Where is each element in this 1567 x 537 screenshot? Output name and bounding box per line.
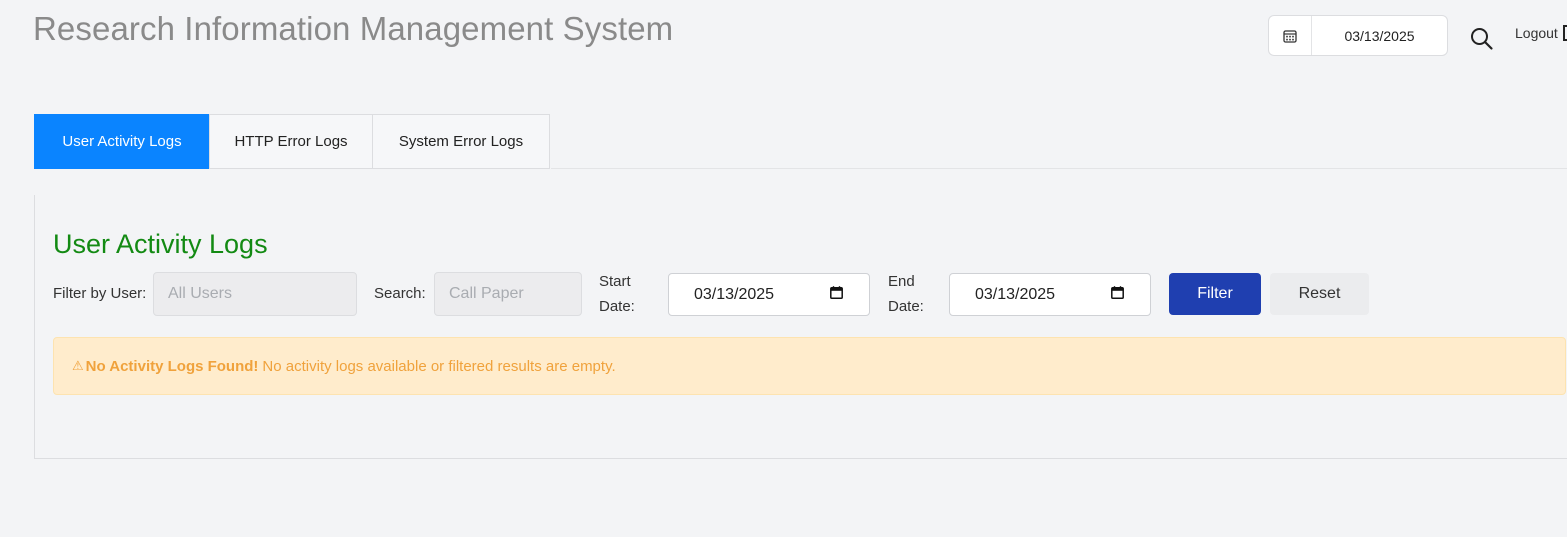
filter-button[interactable]: Filter bbox=[1169, 273, 1261, 315]
user-filter-select[interactable]: All Users bbox=[153, 272, 357, 316]
filter-user-label: Filter by User: bbox=[53, 285, 147, 302]
user-filter-placeholder: All Users bbox=[168, 285, 233, 302]
end-date-value: 03/13/2025 bbox=[975, 285, 1056, 303]
logout-button[interactable]: Logout bbox=[1515, 25, 1567, 41]
alert-message: No activity logs available or filtered r… bbox=[262, 357, 616, 375]
tabs-divider bbox=[551, 168, 1567, 169]
logout-label: Logout bbox=[1515, 25, 1558, 41]
alert-title: No Activity Logs Found! bbox=[85, 357, 259, 375]
start-date-label: Start Date: bbox=[599, 269, 635, 319]
end-date-input[interactable]: 03/13/2025 bbox=[949, 273, 1151, 316]
search-label: Search: bbox=[374, 285, 426, 302]
search-input[interactable]: Call Paper bbox=[434, 272, 582, 316]
search-placeholder: Call Paper bbox=[449, 285, 524, 302]
end-date-label-line1: End bbox=[888, 273, 915, 290]
end-date-label: End Date: bbox=[888, 269, 924, 319]
start-date-value: 03/13/2025 bbox=[694, 285, 775, 303]
reset-button[interactable]: Reset bbox=[1270, 273, 1369, 315]
end-date-label-line2: Date: bbox=[888, 298, 924, 315]
search-icon[interactable] bbox=[1469, 26, 1494, 51]
calendar-icon[interactable] bbox=[830, 285, 843, 304]
header-date-value: 03/13/2025 bbox=[1344, 27, 1415, 44]
start-date-label-line1: Start bbox=[599, 273, 631, 290]
section-title: User Activity Logs bbox=[53, 229, 268, 259]
start-date-label-line2: Date: bbox=[599, 298, 635, 315]
user-activity-panel: User Activity Logs Filter by User: All U… bbox=[34, 195, 1567, 459]
tab-system-error-logs[interactable]: System Error Logs bbox=[372, 114, 550, 169]
log-tabs: User Activity Logs HTTP Error Logs Syste… bbox=[34, 114, 550, 169]
tab-user-activity-logs[interactable]: User Activity Logs bbox=[34, 114, 210, 169]
no-logs-alert: ⚠ No Activity Logs Found! No activity lo… bbox=[53, 337, 1566, 395]
start-date-input[interactable]: 03/13/2025 bbox=[668, 273, 870, 316]
tab-http-error-logs[interactable]: HTTP Error Logs bbox=[209, 114, 373, 169]
calendar-icon[interactable] bbox=[1111, 285, 1124, 304]
logout-icon bbox=[1562, 25, 1567, 41]
calendar-icon[interactable] bbox=[1269, 16, 1312, 55]
warning-icon: ⚠ bbox=[72, 358, 84, 373]
header-date-picker[interactable]: 03/13/2025 bbox=[1268, 15, 1448, 56]
app-title: Research Information Management System bbox=[33, 10, 674, 47]
